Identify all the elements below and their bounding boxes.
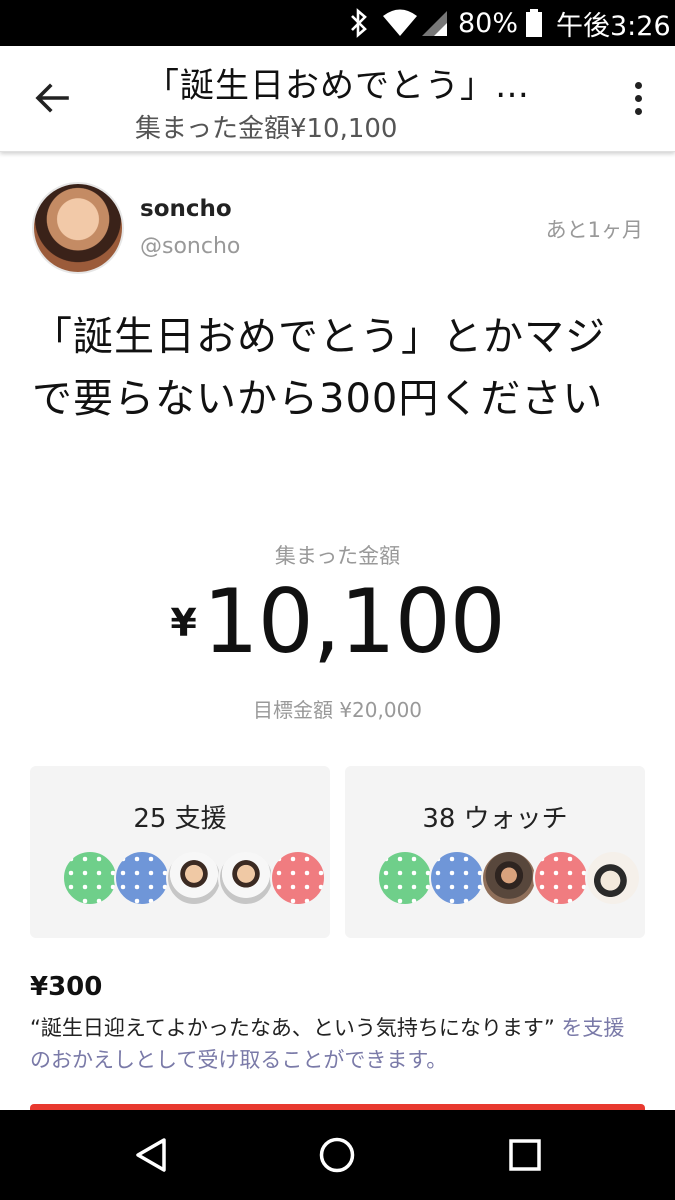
mini-avatar xyxy=(218,850,274,906)
watch-card[interactable]: 38 ウォッチ xyxy=(345,766,645,938)
header-title: 「誕生日おめでとう」… xyxy=(145,66,530,106)
deadline-label: あと1ヶ月 xyxy=(545,218,643,242)
bluetooth-icon xyxy=(348,0,370,46)
user-handle: @soncho xyxy=(140,234,241,259)
status-bar: 80% 午後3:26 xyxy=(0,0,675,46)
back-button[interactable] xyxy=(22,72,82,124)
mini-avatar xyxy=(114,850,170,906)
user-name[interactable]: soncho xyxy=(140,196,232,222)
mini-avatar xyxy=(481,850,537,906)
mini-avatar xyxy=(429,850,485,906)
goal-amount: 目標金額 ¥20,000 xyxy=(252,698,423,722)
mini-avatar xyxy=(270,850,326,906)
support-count: 25 支援 xyxy=(133,804,227,834)
currency-symbol: ¥ xyxy=(170,601,197,645)
amount-display: ¥10,100 xyxy=(0,570,675,673)
wifi-icon xyxy=(382,0,418,46)
reward-quote: “誕生日迎えてよかったなあ、という気持ちになります” xyxy=(30,1016,555,1040)
project-title: 「誕生日おめでとう」とかマジで要らないから300円ください xyxy=(32,314,606,422)
mini-avatar xyxy=(166,850,222,906)
watch-count: 38 ウォッチ xyxy=(422,804,568,834)
avatar[interactable] xyxy=(32,182,124,274)
header-subtitle: 集まった金額¥10,100 xyxy=(135,114,398,144)
support-card[interactable]: 25 支援 xyxy=(30,766,330,938)
mini-avatar xyxy=(377,850,433,906)
reward-price: ¥300 xyxy=(30,972,103,1002)
battery-percent: 80% xyxy=(458,7,519,39)
nav-recents-button[interactable] xyxy=(500,1132,550,1178)
reward-description: “誕生日迎えてよかったなあ、という気持ちになります” を支援のおかえしとして受け… xyxy=(30,1012,645,1076)
app-header: 「誕生日おめでとう」… 集まった金額¥10,100 xyxy=(0,46,675,152)
arrow-left-icon xyxy=(35,83,69,113)
recents-square-icon xyxy=(509,1139,541,1171)
navigation-bar xyxy=(0,1110,675,1200)
amount-label: 集まった金額 xyxy=(274,544,401,568)
more-vertical-icon xyxy=(634,81,642,89)
mini-avatar xyxy=(585,850,641,906)
battery-icon xyxy=(525,0,543,46)
mini-avatar xyxy=(533,850,589,906)
nav-home-button[interactable] xyxy=(312,1132,362,1178)
back-triangle-icon xyxy=(136,1138,166,1172)
nav-back-button[interactable] xyxy=(126,1132,176,1178)
mini-avatar xyxy=(62,850,118,906)
watcher-avatars xyxy=(377,850,641,906)
cell-signal-icon xyxy=(420,0,448,46)
amount-value: 10,100 xyxy=(202,570,506,673)
more-menu-button[interactable] xyxy=(623,72,653,124)
supporter-avatars xyxy=(62,850,326,906)
clock: 午後3:26 xyxy=(556,10,671,42)
home-circle-icon xyxy=(319,1137,355,1173)
